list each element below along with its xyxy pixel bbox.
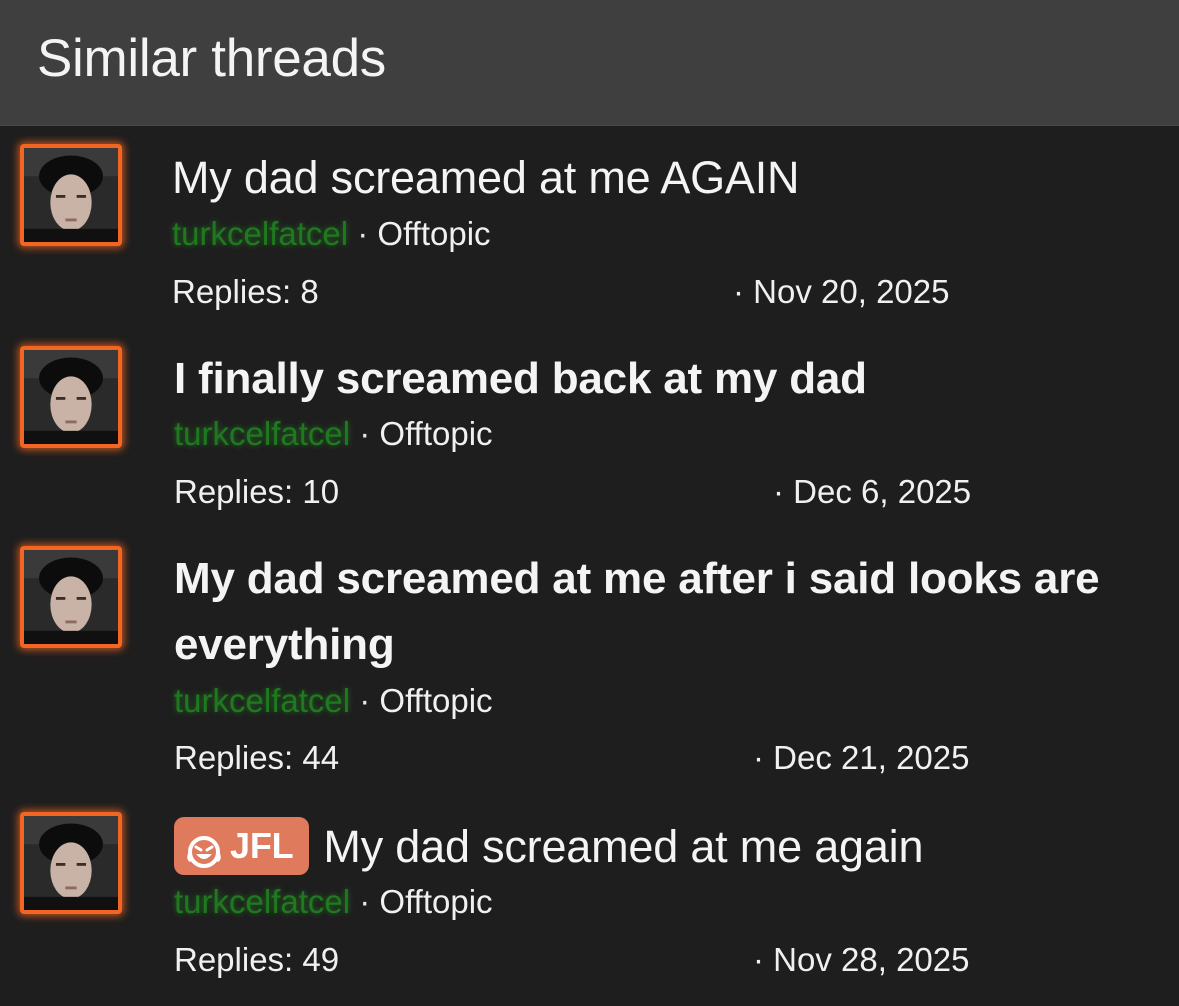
thread-date: Nov 28, 2025 bbox=[773, 941, 970, 978]
avatar[interactable] bbox=[20, 546, 122, 648]
thread-forum[interactable]: Offtopic bbox=[377, 215, 490, 252]
thread-replies: Replies: 44 bbox=[174, 739, 340, 776]
meta-separator: · bbox=[753, 941, 764, 978]
thread-date-wrap: · Dec 21, 2025 bbox=[753, 738, 969, 778]
avatar[interactable] bbox=[20, 144, 122, 246]
avatar-image bbox=[24, 350, 118, 444]
thread-author[interactable]: turkcelfatcel bbox=[172, 215, 348, 252]
meta-separator: · bbox=[753, 739, 764, 776]
thread-date-wrap: · Dec 6, 2025 bbox=[773, 472, 971, 512]
thread-author[interactable]: turkcelfatcel bbox=[174, 415, 350, 452]
thread-title[interactable]: My dad screamed at me AGAIN bbox=[172, 145, 800, 211]
thread-forum[interactable]: Offtopic bbox=[379, 415, 492, 452]
meta-separator: · bbox=[359, 883, 371, 920]
meta-separator: · bbox=[357, 215, 369, 252]
thread-date-wrap: · Nov 28, 2025 bbox=[753, 940, 969, 980]
section-title: Similar threads bbox=[37, 29, 386, 88]
thread-date: Dec 6, 2025 bbox=[793, 473, 972, 510]
avatar-image bbox=[24, 816, 118, 910]
prefix-badge[interactable]: JFL bbox=[174, 817, 310, 876]
thread-date: Dec 21, 2025 bbox=[773, 739, 970, 776]
prefix-label: JFL bbox=[230, 825, 294, 867]
thread-replies: Replies: 49 bbox=[174, 941, 340, 978]
avatar[interactable] bbox=[20, 346, 122, 448]
thread-forum[interactable]: Offtopic bbox=[379, 883, 492, 920]
meta-separator: · bbox=[733, 273, 744, 310]
meta-separator: · bbox=[773, 473, 784, 510]
avatar-image bbox=[24, 148, 118, 242]
thread-date: Nov 20, 2025 bbox=[753, 273, 950, 310]
thread-author[interactable]: turkcelfatcel bbox=[174, 682, 350, 719]
thread-meta: turkcelfatcel · Offtopic bbox=[174, 414, 493, 454]
thread-forum[interactable]: Offtopic bbox=[379, 682, 492, 719]
avatar[interactable] bbox=[20, 812, 122, 914]
header-bar: Similar threads bbox=[0, 0, 1179, 126]
thread-meta: turkcelfatcel · Offtopic bbox=[174, 882, 493, 922]
thread-title[interactable]: I finally screamed back at my dad bbox=[174, 346, 867, 412]
thread-author[interactable]: turkcelfatcel bbox=[174, 883, 350, 920]
thread-meta: turkcelfatcel · Offtopic bbox=[174, 681, 493, 721]
thread-title[interactable]: My dad screamed at me after i said looks… bbox=[174, 546, 1134, 678]
meta-separator: · bbox=[359, 415, 371, 452]
avatar-image bbox=[24, 550, 118, 644]
thread-title[interactable]: My dad screamed at me again bbox=[323, 821, 923, 872]
laughing-emoji-icon bbox=[186, 828, 222, 868]
thread-date-wrap: · Nov 20, 2025 bbox=[733, 272, 949, 312]
thread-replies: Replies: 10 bbox=[174, 473, 340, 510]
thread-meta: turkcelfatcel · Offtopic bbox=[172, 214, 491, 254]
meta-separator: · bbox=[359, 682, 371, 719]
thread-replies: Replies: 8 bbox=[172, 273, 319, 310]
thread-title-row[interactable]: JFL My dad screamed at me again bbox=[174, 814, 924, 880]
